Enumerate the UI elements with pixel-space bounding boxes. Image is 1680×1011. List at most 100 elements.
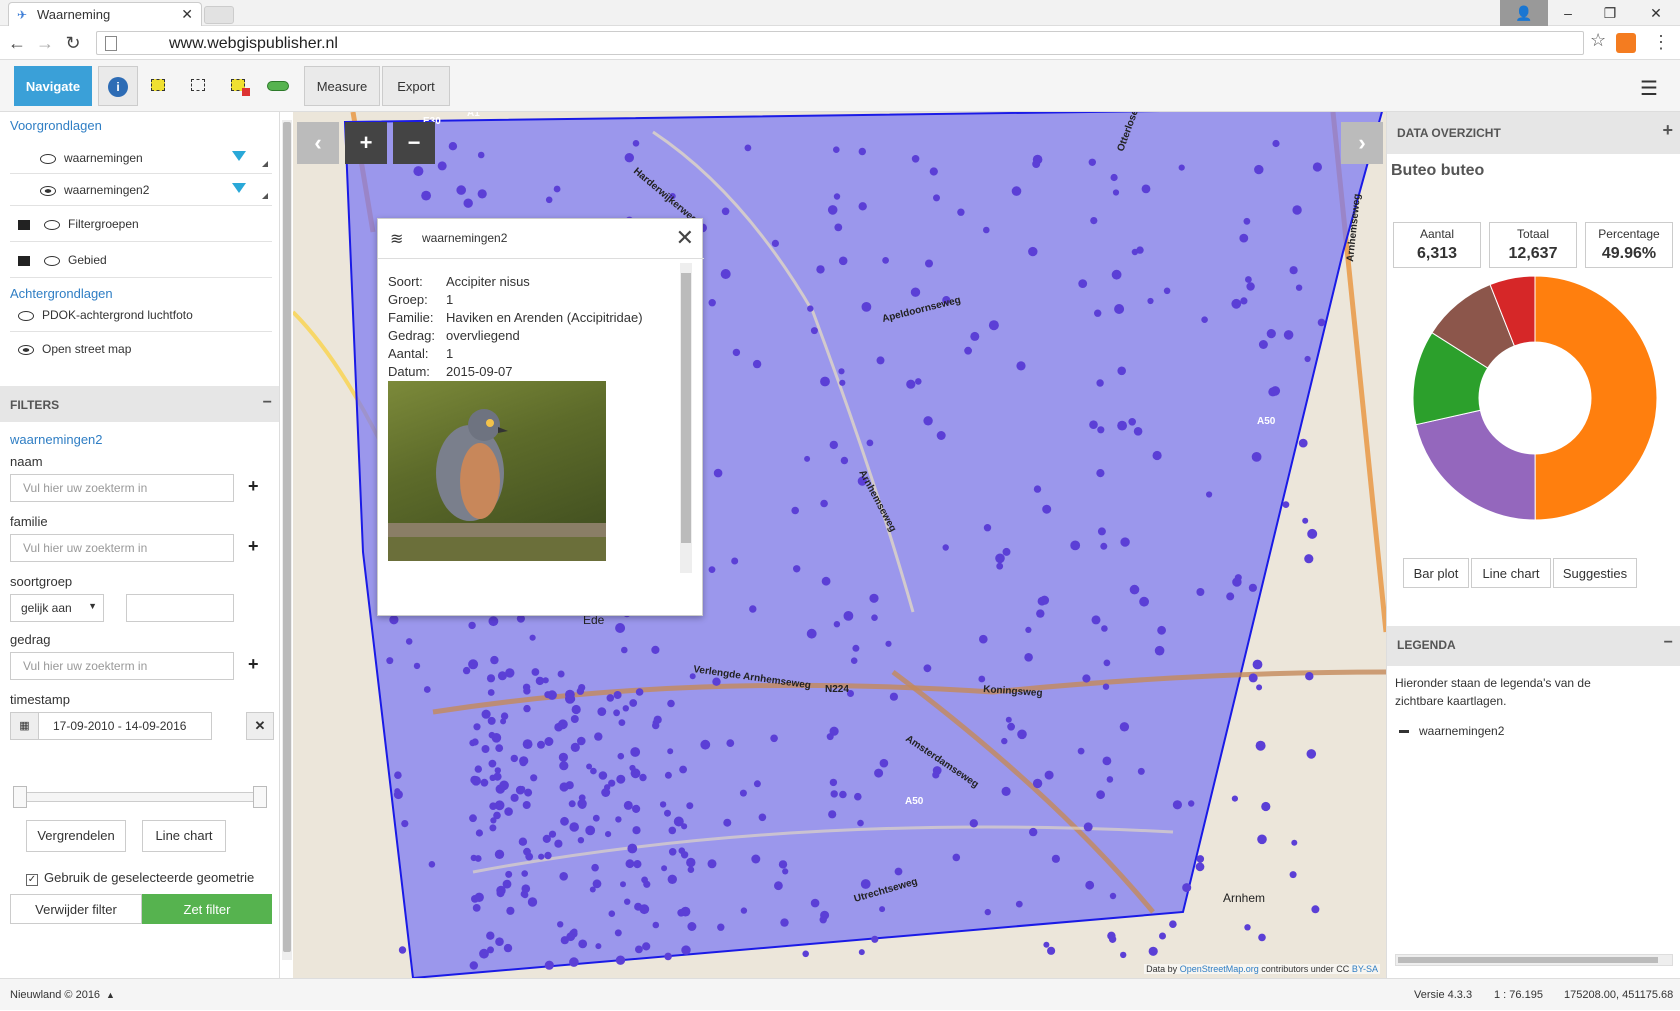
observation-point[interactable]	[1033, 485, 1042, 493]
observation-point[interactable]	[529, 634, 536, 641]
observation-point[interactable]	[469, 961, 478, 970]
observation-point[interactable]	[653, 715, 662, 724]
observation-point[interactable]	[486, 674, 496, 683]
observation-point[interactable]	[560, 936, 569, 945]
observation-point[interactable]	[487, 946, 494, 954]
observation-point[interactable]	[570, 742, 580, 753]
observation-point[interactable]	[495, 744, 504, 752]
observation-point[interactable]	[1025, 626, 1032, 634]
observation-point[interactable]	[1254, 164, 1264, 175]
observation-point[interactable]	[1148, 946, 1158, 956]
observation-point[interactable]	[1077, 747, 1085, 755]
observation-point[interactable]	[472, 904, 481, 912]
observation-point[interactable]	[828, 810, 837, 819]
observation-point[interactable]	[1137, 767, 1145, 775]
observation-point[interactable]	[615, 955, 626, 965]
observation-point[interactable]	[521, 884, 531, 893]
observation-point[interactable]	[1252, 659, 1263, 670]
observation-point[interactable]	[548, 830, 557, 838]
observation-point[interactable]	[1239, 233, 1249, 243]
observation-point[interactable]	[1163, 287, 1171, 295]
observation-point[interactable]	[839, 379, 846, 386]
minimize-icon[interactable]: –	[1548, 0, 1588, 26]
select-rectangle-icon[interactable]	[144, 72, 172, 100]
close-tab-icon[interactable]: ✕	[181, 6, 193, 23]
observation-point[interactable]	[641, 876, 648, 884]
observation-point[interactable]	[1317, 318, 1326, 327]
observation-point[interactable]	[1159, 932, 1166, 940]
close-popup-icon[interactable]: ✕	[676, 225, 694, 251]
user-icon[interactable]: 👤	[1500, 0, 1548, 26]
url-input[interactable]: www.webgispublisher.nl	[96, 31, 1584, 55]
observation-point[interactable]	[530, 774, 538, 782]
observation-point[interactable]	[521, 870, 528, 877]
observation-point[interactable]	[545, 196, 553, 204]
observation-point[interactable]	[1029, 827, 1038, 837]
observation-point[interactable]	[1232, 577, 1242, 587]
observation-point[interactable]	[1096, 469, 1105, 478]
observation-point[interactable]	[523, 704, 531, 713]
observation-point[interactable]	[889, 692, 899, 701]
visibility-off-icon[interactable]	[40, 153, 56, 164]
layer-filtergroepen[interactable]: Filtergroepen	[10, 206, 272, 242]
observation-point[interactable]	[568, 800, 576, 808]
observation-point[interactable]	[494, 849, 505, 859]
observation-point[interactable]	[1007, 722, 1015, 731]
observation-point[interactable]	[720, 269, 731, 279]
observation-point[interactable]	[707, 859, 717, 869]
observation-point[interactable]	[1188, 800, 1195, 807]
observation-point[interactable]	[838, 256, 848, 266]
observation-point[interactable]	[473, 723, 481, 731]
collapse-left-panel-button[interactable]: ‹	[297, 122, 339, 164]
observation-point[interactable]	[1096, 379, 1104, 387]
observation-point[interactable]	[952, 853, 961, 862]
observation-point[interactable]	[1089, 420, 1098, 430]
observation-point[interactable]	[1109, 892, 1117, 900]
donut-slice[interactable]	[1534, 275, 1658, 521]
observation-point[interactable]	[389, 615, 399, 625]
observation-point[interactable]	[1043, 941, 1050, 948]
observation-point[interactable]	[1082, 674, 1091, 683]
observation-point[interactable]	[1119, 722, 1130, 732]
observation-point[interactable]	[1096, 790, 1105, 800]
observation-point[interactable]	[1311, 905, 1320, 914]
observation-point[interactable]	[1231, 795, 1238, 802]
observation-point[interactable]	[621, 646, 628, 654]
observation-point[interactable]	[752, 359, 762, 369]
observation-point[interactable]	[679, 765, 687, 774]
use-geometry-checkbox-row[interactable]: ✓ Gebruik de geselecteerde geometrie	[26, 870, 254, 886]
observation-point[interactable]	[1042, 504, 1052, 514]
observation-point[interactable]	[780, 918, 789, 927]
observation-point[interactable]	[1206, 491, 1213, 498]
observation-point[interactable]	[632, 826, 641, 835]
observation-point[interactable]	[629, 764, 636, 772]
observation-point[interactable]	[499, 780, 509, 791]
layer-osm[interactable]: Open street map	[10, 332, 272, 366]
observation-point[interactable]	[474, 855, 482, 862]
observation-point[interactable]	[544, 960, 554, 970]
observation-point[interactable]	[557, 921, 564, 928]
observation-point[interactable]	[1120, 537, 1130, 547]
collapse-right-panel-button[interactable]: ›	[1341, 122, 1383, 164]
observation-point[interactable]	[537, 740, 545, 749]
observation-point[interactable]	[686, 857, 696, 868]
add-naam-icon[interactable]: +	[248, 476, 259, 497]
observation-point[interactable]	[527, 897, 538, 907]
filter-icon[interactable]	[232, 183, 246, 193]
observation-point[interactable]	[1147, 297, 1154, 305]
observation-point[interactable]	[652, 921, 660, 929]
observation-point[interactable]	[1248, 583, 1257, 592]
observation-point[interactable]	[984, 908, 991, 916]
slider-handle-end[interactable]	[253, 786, 267, 808]
observation-point[interactable]	[493, 772, 502, 781]
observation-point[interactable]	[942, 544, 949, 551]
observation-point[interactable]	[617, 752, 625, 760]
calendar-icon[interactable]: ▦	[11, 713, 39, 739]
observation-point[interactable]	[983, 226, 990, 234]
observation-point[interactable]	[1117, 366, 1126, 376]
observation-point[interactable]	[1091, 615, 1101, 625]
observation-point[interactable]	[1103, 659, 1111, 667]
observation-point[interactable]	[1302, 517, 1309, 524]
observation-point[interactable]	[613, 691, 622, 699]
right-panel-scrollbar[interactable]	[1395, 954, 1673, 966]
